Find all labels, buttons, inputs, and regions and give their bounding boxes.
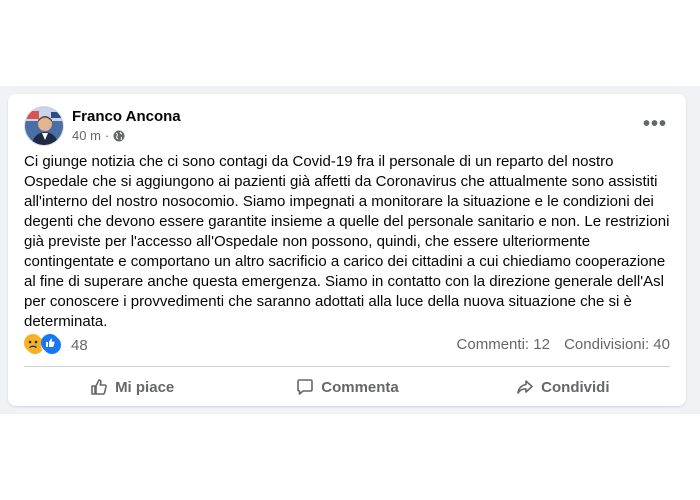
- more-options-icon[interactable]: •••: [640, 112, 670, 136]
- like-icon: [41, 334, 63, 356]
- like-button[interactable]: Mi piace: [24, 370, 239, 404]
- like-button-label: Mi piace: [115, 378, 175, 396]
- actions-divider: [24, 366, 670, 367]
- author-name[interactable]: Franco Ancona: [72, 108, 181, 125]
- comments-count[interactable]: Commenti: 12: [457, 336, 550, 353]
- share-arrow-icon: [517, 380, 533, 394]
- avatar[interactable]: [24, 106, 64, 146]
- shares-count[interactable]: Condivisioni: 40: [564, 336, 670, 353]
- post-card: Franco Ancona 40 m · ••• Ci giunge notiz…: [8, 94, 686, 406]
- meta-separator: ·: [104, 128, 110, 143]
- post-meta: 40 m ·: [72, 128, 125, 143]
- share-button-label: Condividi: [541, 378, 610, 396]
- post-header: Franco Ancona 40 m · •••: [24, 106, 670, 146]
- post-actions: Mi piace Commenta Condividi: [24, 370, 670, 404]
- comment-icon: [297, 379, 314, 395]
- post-time[interactable]: 40 m: [72, 128, 101, 143]
- reactions-summary[interactable]: 48: [24, 334, 88, 356]
- engagement-counts: Commenti: 12 Condivisioni: 40: [457, 336, 670, 353]
- post-text: Ci giunge notizia che ci sono contagi da…: [24, 153, 670, 330]
- globe-icon: [113, 130, 125, 141]
- reaction-count: 48: [71, 336, 88, 354]
- thumbs-up-icon: [91, 379, 107, 395]
- comment-button-label: Commenta: [321, 378, 399, 396]
- comment-button[interactable]: Commenta: [239, 370, 454, 404]
- share-button[interactable]: Condividi: [455, 370, 670, 404]
